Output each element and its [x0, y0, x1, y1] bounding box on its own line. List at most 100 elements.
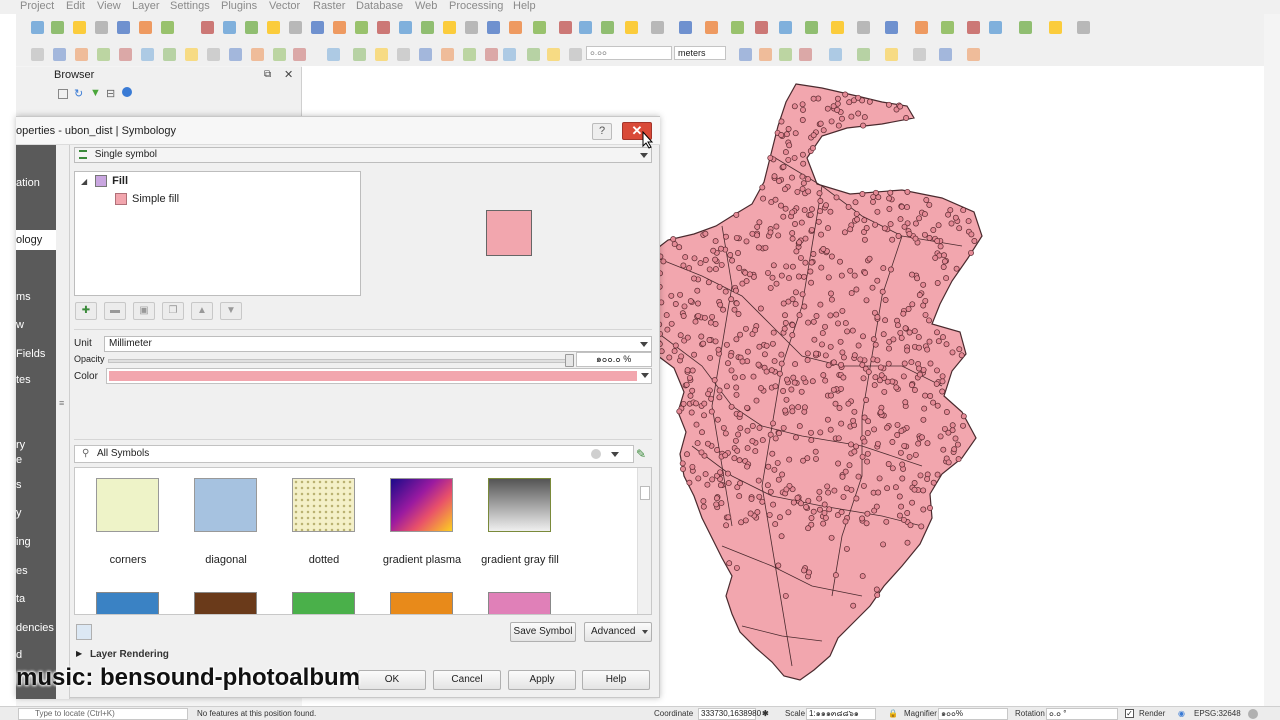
- menu-settings[interactable]: Settings: [170, 0, 210, 12]
- float-icon[interactable]: ⧉: [264, 69, 271, 80]
- toolbar-tool-icon[interactable]: [372, 45, 390, 63]
- globe-icon[interactable]: ◉: [1178, 709, 1185, 718]
- symbol-thumb-green[interactable]: [292, 592, 355, 614]
- toolbar-tool-icon[interactable]: [352, 18, 370, 36]
- tree-row-fill[interactable]: ◢ Fill: [81, 172, 361, 190]
- coordinate-field[interactable]: 333730,1638980: [698, 708, 761, 720]
- toolbar-tool-icon[interactable]: [350, 45, 368, 63]
- toolbar-tool-icon[interactable]: [182, 45, 200, 63]
- rotation-field[interactable]: ๐.๐ °: [1046, 708, 1118, 720]
- collapse-icon[interactable]: ⊟: [106, 87, 115, 100]
- apply-button[interactable]: Apply: [508, 670, 576, 690]
- toolbar-tool-icon[interactable]: [94, 45, 112, 63]
- advanced-button[interactable]: Advanced: [584, 622, 652, 642]
- sidebar-item-display[interactable]: s: [16, 475, 56, 495]
- info-icon[interactable]: [122, 87, 132, 97]
- locator-input[interactable]: Type to locate (Ctrl+K): [18, 708, 188, 720]
- toolbar-tool-icon[interactable]: [242, 18, 260, 36]
- menu-view[interactable]: View: [97, 0, 121, 12]
- sidebar-item-3dview[interactable]: w: [16, 315, 56, 335]
- filter-icon[interactable]: ▼: [90, 87, 101, 99]
- toolbar-tool-icon[interactable]: [158, 18, 176, 36]
- symbol-thumb-pink[interactable]: [488, 592, 551, 614]
- toolbar-tool-icon[interactable]: [728, 18, 746, 36]
- style-manager-icon[interactable]: ✎: [636, 447, 650, 461]
- move-up-button[interactable]: ▲: [191, 302, 213, 320]
- toolbar-tool-icon[interactable]: [374, 18, 392, 36]
- toolbar-tool-icon[interactable]: [220, 18, 238, 36]
- menu-database[interactable]: Database: [356, 0, 403, 12]
- toolbar-tool-icon[interactable]: [1016, 18, 1034, 36]
- toolbar-tool-icon[interactable]: [752, 18, 770, 36]
- sidebar-item-metadata[interactable]: ta: [16, 589, 56, 609]
- toolbar-tool-icon[interactable]: [264, 18, 282, 36]
- toolbar-tool-icon[interactable]: [330, 18, 348, 36]
- menu-raster[interactable]: Raster: [313, 0, 345, 12]
- sidebar-item-actions[interactable]: e: [16, 450, 56, 470]
- opacity-slider-handle[interactable]: [565, 354, 574, 367]
- menu-layer[interactable]: Layer: [132, 0, 160, 12]
- toolbar-tool-icon[interactable]: [28, 18, 46, 36]
- toolbar-tool-icon[interactable]: [938, 18, 956, 36]
- icon-view-icon[interactable]: [76, 624, 92, 640]
- symbol-dotted[interactable]: dotted: [275, 468, 373, 578]
- toolbar-tool-icon[interactable]: [396, 18, 414, 36]
- toolbar-tool-icon[interactable]: [986, 18, 1004, 36]
- symbol-corners[interactable]: corners: [79, 468, 177, 578]
- dialog-titlebar[interactable]: operties - ubon_dist | Symbology ? ✕: [16, 117, 660, 145]
- clear-icon[interactable]: [591, 449, 601, 459]
- toolbar-tool-icon[interactable]: [622, 18, 640, 36]
- help-button[interactable]: Help: [582, 670, 650, 690]
- symbol-gradient-gray[interactable]: gradient gray fill: [471, 468, 569, 578]
- toolbar-tool-icon[interactable]: [702, 18, 720, 36]
- toolbar-tool-icon[interactable]: [826, 45, 844, 63]
- toolbar-tool-icon[interactable]: [324, 45, 342, 63]
- opacity-slider[interactable]: [108, 359, 568, 363]
- crs-label[interactable]: EPSG:32648: [1194, 709, 1241, 718]
- toolbar-tool-icon[interactable]: [116, 45, 134, 63]
- toolbar-tool-icon[interactable]: [226, 45, 244, 63]
- toolbar-tool-icon[interactable]: [136, 18, 154, 36]
- ok-button[interactable]: OK: [358, 670, 426, 690]
- toolbar-tool-icon[interactable]: [544, 45, 562, 63]
- toolbar-tool-icon[interactable]: [776, 45, 794, 63]
- toggle-extents-icon[interactable]: ✱: [762, 709, 769, 718]
- sidebar-item-symbology[interactable]: ology: [16, 230, 56, 250]
- close-icon[interactable]: ✕: [284, 68, 293, 81]
- list-view-icon[interactable]: [96, 624, 112, 640]
- menu-vector[interactable]: Vector: [269, 0, 300, 12]
- lock-icon[interactable]: 🔒: [888, 709, 898, 718]
- toolbar-tool-icon[interactable]: [114, 18, 132, 36]
- sidebar-item-rendering[interactable]: y: [16, 503, 56, 523]
- color-button[interactable]: [106, 368, 652, 384]
- toolbar-tool-icon[interactable]: [910, 45, 928, 63]
- toolbar-tool-icon[interactable]: [92, 18, 110, 36]
- move-down-button[interactable]: ▼: [220, 302, 242, 320]
- sidebar-item-joins[interactable]: ing: [16, 532, 56, 552]
- layer-rendering-group[interactable]: Layer Rendering: [90, 649, 169, 660]
- scrollbar-thumb[interactable]: [640, 486, 650, 500]
- chevron-down-icon[interactable]: [641, 373, 649, 378]
- symbol-gradient-plasma[interactable]: gradient plasma: [373, 468, 471, 578]
- toolbar-tool-icon[interactable]: [736, 45, 754, 63]
- menu-edit[interactable]: Edit: [66, 0, 85, 12]
- toolbar-tool-icon[interactable]: [484, 18, 502, 36]
- toolbar-tool-icon[interactable]: [854, 18, 872, 36]
- toolbar-tool-icon[interactable]: [802, 18, 820, 36]
- toolbar-tool-icon[interactable]: [248, 45, 266, 63]
- chevron-down-icon[interactable]: [611, 452, 619, 457]
- sidebar-item-legend[interactable]: d: [16, 645, 56, 665]
- toolbar-tool-icon[interactable]: [1046, 18, 1064, 36]
- toolbar-tool-icon[interactable]: [598, 18, 616, 36]
- toolbar-tool-icon[interactable]: [308, 18, 326, 36]
- toolbar-tool-icon[interactable]: [828, 18, 846, 36]
- collapse-arrow-icon[interactable]: ◢: [81, 177, 87, 186]
- remove-layer-button[interactable]: ▬: [104, 302, 126, 320]
- sidebar-item-information[interactable]: ation: [16, 173, 56, 193]
- toolbar-tool-icon[interactable]: [882, 18, 900, 36]
- unit-select[interactable]: Millimeter: [104, 336, 652, 352]
- toolbar-tool-icon[interactable]: [460, 45, 478, 63]
- sidebar-item-variables[interactable]: es: [16, 561, 56, 581]
- toolbar-tool-icon[interactable]: [204, 45, 222, 63]
- menu-help[interactable]: Help: [513, 0, 536, 12]
